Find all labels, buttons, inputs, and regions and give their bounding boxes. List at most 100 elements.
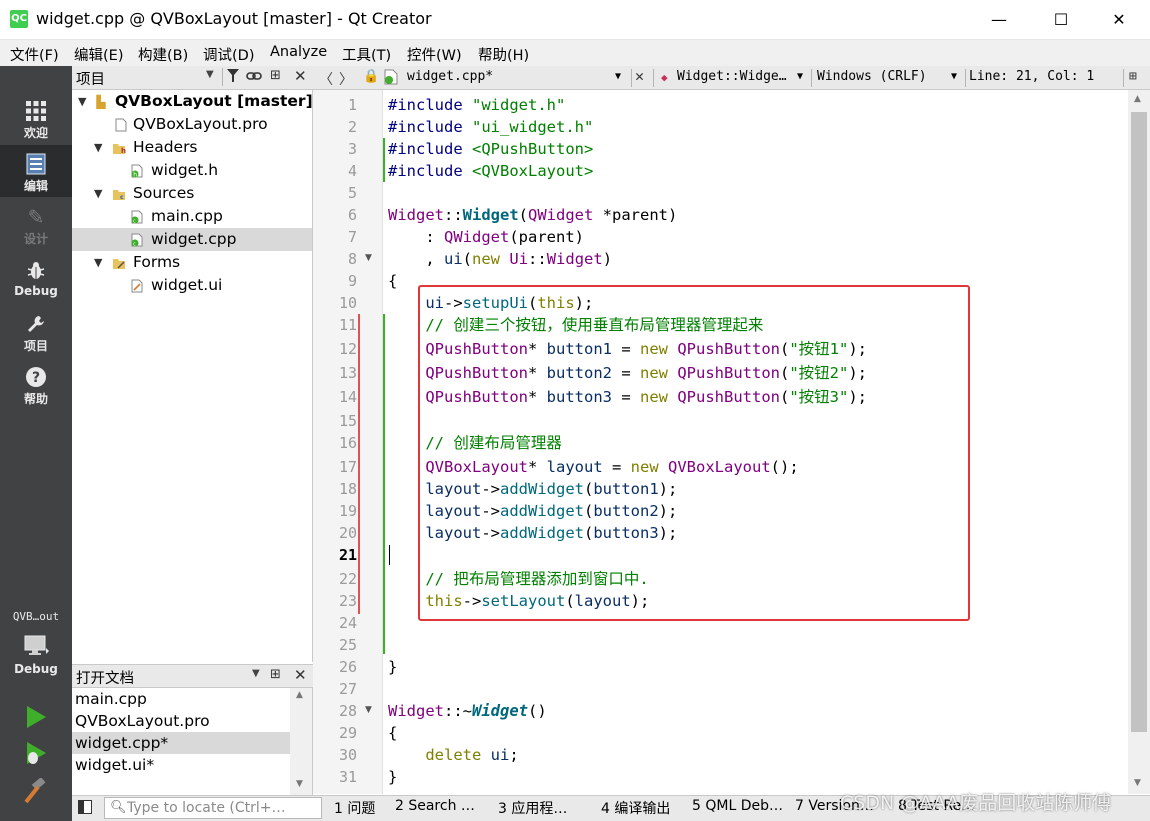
split-icon[interactable]: ⊞ (270, 667, 281, 682)
svg-text:?: ? (32, 370, 40, 386)
run-button[interactable] (22, 704, 50, 730)
tree-item-forms[interactable]: ▼ Forms (72, 251, 312, 274)
expand-arrow-icon[interactable]: ▼ (78, 90, 86, 113)
mode-projects[interactable]: 项目 (0, 305, 72, 357)
toolbar-separator (222, 68, 223, 86)
highlight-annotation-box (418, 285, 970, 621)
open-documents-title: 打开文档 (76, 671, 134, 687)
mode-edit-label: 编辑 (23, 179, 48, 193)
line-number: 3 (347, 140, 357, 158)
close-document-icon[interactable]: ✕ (635, 67, 644, 85)
tree-item-headers[interactable]: ▼ h Headers (72, 136, 312, 159)
view-dropdown-icon[interactable]: ▼ (206, 69, 214, 80)
current-file-name[interactable]: widget.cpp* (407, 69, 493, 84)
symbol-method-icon: ◆ (661, 71, 668, 84)
split-icon[interactable]: ⊞ (270, 68, 281, 83)
mode-projects-label: 项目 (23, 339, 48, 353)
code-token: { (388, 724, 398, 742)
mode-debug[interactable]: Debug (0, 252, 72, 304)
code-token: ) (668, 206, 678, 224)
tree-item-pro-file[interactable]: QVBoxLayout.pro (72, 113, 312, 136)
output-tab-search[interactable]: 2 Search … (395, 798, 475, 814)
menu-analyze[interactable]: Analyze (270, 44, 327, 60)
menu-controls[interactable]: 控件(W) (407, 44, 462, 65)
menu-tools[interactable]: 工具(T) (342, 44, 391, 65)
tree-item-widget-cpp[interactable]: c widget.cpp (72, 228, 312, 251)
build-button[interactable] (22, 777, 50, 804)
kit-selector[interactable]: Debug (0, 630, 72, 682)
tree-item-project-root[interactable]: ▼ ▙ QVBoxLayout [master] (72, 90, 313, 113)
expand-arrow-icon[interactable]: ▼ (94, 182, 102, 205)
file-dropdown-icon[interactable]: ▼ (615, 71, 621, 82)
code-token: * (593, 206, 613, 224)
forward-arrow-icon[interactable]: 〉 (339, 69, 353, 89)
link-icon[interactable] (246, 69, 262, 87)
open-doc-item[interactable]: widget.cpp* (72, 732, 290, 754)
code-token: ( (518, 206, 529, 224)
scroll-down-icon[interactable]: ▼ (1134, 778, 1141, 788)
code-token: ( (462, 250, 473, 268)
toggle-sidebar-icon[interactable] (78, 800, 92, 818)
tree-item-main-cpp[interactable]: c main.cpp (72, 205, 312, 228)
line-number: 19 (338, 502, 357, 520)
output-tab-compile-output[interactable]: 4 编译输出 (601, 798, 670, 818)
close-button[interactable]: ✕ (1096, 0, 1142, 40)
mode-edit[interactable]: 编辑 (0, 145, 72, 197)
menu-edit[interactable]: 编辑(E) (74, 44, 123, 65)
menu-help[interactable]: 帮助(H) (478, 44, 529, 65)
view-dropdown-icon[interactable]: ▼ (252, 668, 260, 679)
scroll-up-icon[interactable]: ▲ (1134, 94, 1141, 104)
filter-icon[interactable] (227, 69, 239, 86)
minimize-button[interactable]: — (976, 0, 1022, 40)
symbol-dropdown-icon[interactable]: ▼ (797, 71, 803, 82)
split-editor-icon[interactable]: ⊞ (1129, 69, 1137, 84)
open-documents-scrollbar[interactable]: ▲ ▼ (290, 688, 312, 795)
scrollbar-thumb[interactable] (1131, 112, 1147, 732)
tree-item-widget-ui[interactable]: widget.ui (72, 274, 312, 297)
scroll-down-icon[interactable]: ▼ (296, 779, 303, 789)
open-doc-item[interactable]: widget.ui* (72, 754, 290, 776)
code-line: #include <QVBoxLayout> (388, 160, 593, 182)
close-pane-icon[interactable]: ✕ (294, 666, 307, 684)
line-number: 18 (338, 480, 357, 498)
code-token: ui (444, 250, 463, 268)
output-tab-app-output[interactable]: 3 应用程… (498, 798, 567, 818)
open-doc-item[interactable]: main.cpp (72, 688, 290, 710)
fold-marker-icon[interactable]: ▼ (365, 705, 372, 715)
output-tab-qml-debugger[interactable]: 5 QML Deb… (692, 798, 783, 814)
scroll-up-icon[interactable]: ▲ (296, 690, 303, 700)
mode-debug-label: Debug (14, 284, 58, 298)
code-token: #include (388, 118, 463, 136)
code-line: Widget::Widget(QWidget *parent) (388, 204, 677, 226)
tree-item-widget-h[interactable]: h widget.h (72, 159, 312, 182)
output-tab-issues[interactable]: 1 问题 (334, 798, 375, 818)
menu-debug[interactable]: 调试(D) (203, 44, 254, 65)
line-ending-dropdown-icon[interactable]: ▼ (951, 71, 957, 82)
close-pane-icon[interactable]: ✕ (294, 67, 307, 85)
kit-config-label: Debug (14, 662, 58, 676)
tree-item-label: main.cpp (151, 207, 223, 225)
maximize-button[interactable]: ☐ (1038, 0, 1084, 40)
line-ending-selector[interactable]: Windows (CRLF) (817, 69, 927, 84)
expand-arrow-icon[interactable]: ▼ (94, 251, 102, 274)
debug-run-button[interactable] (22, 740, 50, 766)
back-arrow-icon[interactable]: 〈 (319, 69, 333, 89)
toolbar-separator (631, 69, 632, 87)
fold-marker-icon[interactable]: ▼ (365, 253, 372, 263)
mode-welcome[interactable]: 欢迎 (0, 92, 72, 144)
menu-build[interactable]: 构建(B) (138, 44, 188, 65)
code-token: #include (388, 162, 463, 180)
mode-help[interactable]: ? 帮助 (0, 358, 72, 410)
svg-text:h: h (121, 147, 126, 155)
mode-design[interactable]: ✎ 设计 (0, 198, 72, 250)
cursor-position[interactable]: Line: 21, Col: 1 (969, 69, 1094, 84)
code-token: "widget.h" (472, 96, 566, 114)
locator-input[interactable]: Type to locate (Ctrl+… (104, 797, 322, 819)
code-token: ( (509, 228, 519, 246)
expand-arrow-icon[interactable]: ▼ (94, 136, 102, 159)
menu-file[interactable]: 文件(F) (10, 44, 59, 65)
tree-item-sources[interactable]: ▼ c Sources (72, 182, 312, 205)
symbol-selector[interactable]: Widget::Widge… (677, 69, 787, 84)
open-doc-item[interactable]: QVBoxLayout.pro (72, 710, 290, 732)
